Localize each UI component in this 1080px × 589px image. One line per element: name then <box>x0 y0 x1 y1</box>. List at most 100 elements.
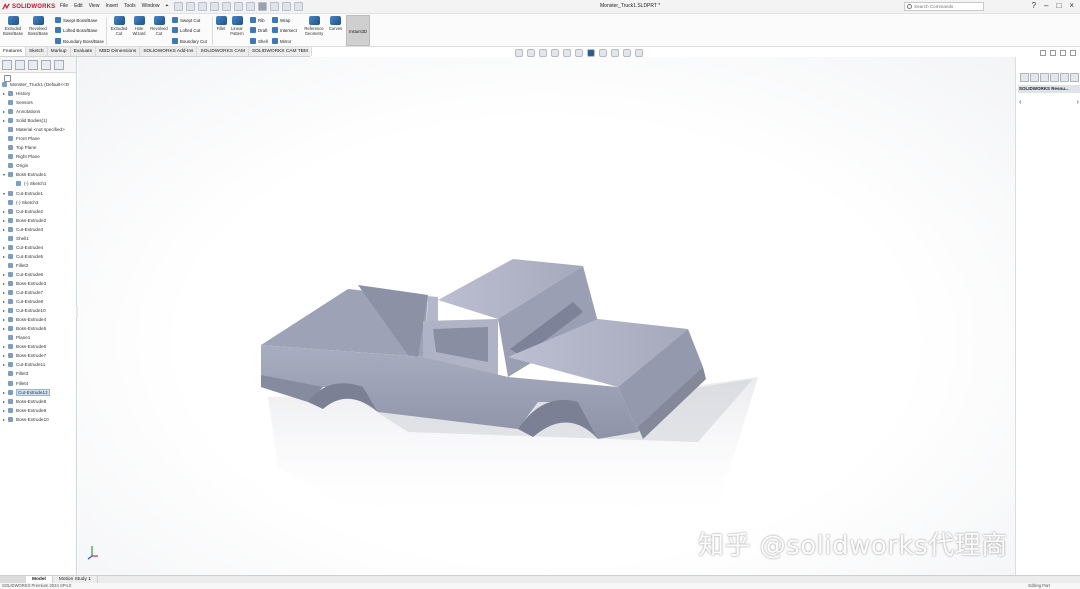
maximize-view-icon[interactable] <box>1060 50 1066 56</box>
tab-cam[interactable]: SOLIDWORKS CAM <box>197 47 249 56</box>
boundary-boss-button[interactable]: Boundary Boss/Base <box>55 38 104 44</box>
previous-view-icon[interactable] <box>539 49 547 57</box>
lofted-boss-button[interactable]: Lofted Boss/Base <box>55 27 97 33</box>
tree-item[interactable]: Front Plane <box>0 134 76 143</box>
forward-arrow-icon[interactable]: › <box>1077 99 1079 106</box>
wrap-button[interactable]: Wrap <box>272 17 290 23</box>
tree-item[interactable]: (-) Sketch1 <box>0 179 76 188</box>
extruded-boss-button[interactable]: Extruded Boss/Base <box>2 16 24 36</box>
tab-model[interactable]: Model <box>26 576 53 583</box>
tree-item[interactable]: ▸ Boss-Extrude8 <box>0 397 76 406</box>
appearances-icon[interactable] <box>1070 73 1079 82</box>
expand-arrow-icon[interactable]: ▸ <box>2 408 6 413</box>
rib-button[interactable]: Rib <box>250 17 265 23</box>
menu-window[interactable]: Window <box>142 3 160 9</box>
expand-arrow-icon[interactable]: ▸ <box>2 290 6 295</box>
design-library-icon[interactable] <box>1040 73 1049 82</box>
redo-icon[interactable] <box>246 2 255 11</box>
property-manager-icon[interactable] <box>15 60 25 70</box>
zoom-to-fit-icon[interactable] <box>515 49 523 57</box>
tree-item[interactable]: ▸ Cut-Extrude3 <box>0 225 76 234</box>
display-style-icon[interactable] <box>587 49 595 57</box>
tree-item[interactable]: Right Plane <box>0 152 76 161</box>
revolved-boss-button[interactable]: Revolved Boss/Base <box>26 16 50 36</box>
tree-item[interactable]: Fillet2 <box>0 261 76 270</box>
expand-arrow-icon[interactable]: ▸ <box>2 254 6 259</box>
tree-item[interactable]: ▸ Cut-Extrude7 <box>0 288 76 297</box>
solidworks-logo[interactable]: SOLIDWORKS <box>2 2 55 11</box>
linear-pattern-button[interactable]: Linear Pattern <box>228 16 246 36</box>
tree-item[interactable]: ▸ Boss-Extrude9 <box>0 406 76 415</box>
home-icon[interactable] <box>174 2 183 11</box>
tree-item[interactable]: ▾ Boss-Extrude1 <box>0 170 76 179</box>
menu-edit[interactable]: Edit <box>74 3 83 9</box>
tab-cam-tbm[interactable]: SOLIDWORKS CAM TBM <box>249 47 312 56</box>
configuration-manager-icon[interactable] <box>28 60 38 70</box>
expand-arrow-icon[interactable]: ▸ <box>2 209 6 214</box>
expand-arrow-icon[interactable]: ▸ <box>2 272 6 277</box>
tile-icon[interactable] <box>1050 50 1056 56</box>
intersect-button[interactable]: Intersect <box>272 27 297 33</box>
instant3d-button[interactable]: Instant3D <box>346 15 370 46</box>
tree-item[interactable]: Shell1 <box>0 234 76 243</box>
expand-arrow-icon[interactable]: ▸ <box>2 218 6 223</box>
menu-file[interactable]: File <box>60 3 68 9</box>
draft-button[interactable]: Draft <box>250 27 268 33</box>
tree-item[interactable]: Top Plane <box>0 143 76 152</box>
tree-item[interactable]: ▸ Solid Bodies(1) <box>0 116 76 125</box>
expand-arrow-icon[interactable]: ▸ <box>2 245 6 250</box>
tree-item[interactable]: ▸ Boss-Extrude10 <box>0 415 76 424</box>
expand-arrow-icon[interactable]: ▸ <box>2 281 6 286</box>
help-icon[interactable]: ? <box>1032 1 1036 10</box>
new-document-icon[interactable] <box>186 2 195 11</box>
tree-item[interactable]: Fillet4 <box>0 379 76 388</box>
close-view-icon[interactable] <box>1070 50 1076 56</box>
undo-icon[interactable] <box>234 2 243 11</box>
expand-arrow-icon[interactable]: ▸ <box>2 390 6 395</box>
expand-arrow-icon[interactable]: ▸ <box>2 417 6 422</box>
pin-menu-icon[interactable]: ⌖ <box>165 3 168 9</box>
curves-button[interactable]: Curves <box>327 16 344 31</box>
tree-item[interactable]: ▾ Cut-Extrude1 <box>0 189 76 198</box>
reference-geometry-button[interactable]: Reference Geometry <box>302 16 326 36</box>
view-settings-icon[interactable] <box>635 49 643 57</box>
tab-motion-study[interactable]: Motion Study 1 <box>53 576 98 583</box>
view-palette-icon[interactable] <box>1060 73 1069 82</box>
tab-features[interactable]: Features <box>0 47 26 56</box>
tab-scroll-buttons[interactable] <box>0 576 26 583</box>
hide-show-items-icon[interactable] <box>599 49 607 57</box>
swept-cut-button[interactable]: Swept Cut <box>172 17 200 23</box>
tree-item[interactable]: ▸ History <box>0 89 76 98</box>
file-explorer-icon[interactable] <box>1050 73 1059 82</box>
section-view-icon[interactable] <box>551 49 559 57</box>
expand-arrow-icon[interactable]: ▾ <box>2 191 6 196</box>
select-icon[interactable] <box>258 2 267 11</box>
expand-arrow-icon[interactable]: ▸ <box>2 308 6 313</box>
tree-item[interactable]: ▸ Cut-Extrude4 <box>0 243 76 252</box>
revolved-cut-button[interactable]: Revolved Cut <box>148 16 170 36</box>
menu-tools[interactable]: Tools <box>124 3 136 9</box>
tree-item[interactable]: ▸ Cut-Extrude2 <box>0 207 76 216</box>
tree-item[interactable]: ▸ Cut-Extrude6 <box>0 270 76 279</box>
expand-arrow-icon[interactable]: ▸ <box>2 353 6 358</box>
file-properties-icon[interactable] <box>282 2 291 11</box>
expand-arrow-icon[interactable]: ▾ <box>2 172 6 177</box>
print-icon[interactable] <box>222 2 231 11</box>
tree-item[interactable]: ▸ Cut-Extrude5 <box>0 252 76 261</box>
search-commands-input[interactable]: Search Commands <box>904 2 984 11</box>
tree-item[interactable]: ▸ Boss-Extrude6 <box>0 342 76 351</box>
expand-arrow-icon[interactable]: ▸ <box>2 299 6 304</box>
mirror-button[interactable]: Mirror <box>272 38 291 44</box>
dynamic-annotation-icon[interactable] <box>563 49 571 57</box>
maximize-button[interactable]: □ <box>1056 1 1061 10</box>
expand-arrow-icon[interactable]: ▸ <box>2 317 6 322</box>
resources-pane-icon[interactable] <box>1030 73 1039 82</box>
display-manager-icon[interactable] <box>54 60 64 70</box>
tab-markup[interactable]: Markup <box>48 47 71 56</box>
tree-item[interactable]: ▸ Boss-Extrude3 <box>0 279 76 288</box>
fillet-button[interactable]: Fillet <box>214 16 228 31</box>
tree-item[interactable]: Fillet3 <box>0 369 76 378</box>
swept-boss-button[interactable]: Swept Boss/Base <box>55 17 97 23</box>
shell-button[interactable]: Shell <box>250 38 268 44</box>
expand-arrow-icon[interactable]: ▸ <box>2 344 6 349</box>
